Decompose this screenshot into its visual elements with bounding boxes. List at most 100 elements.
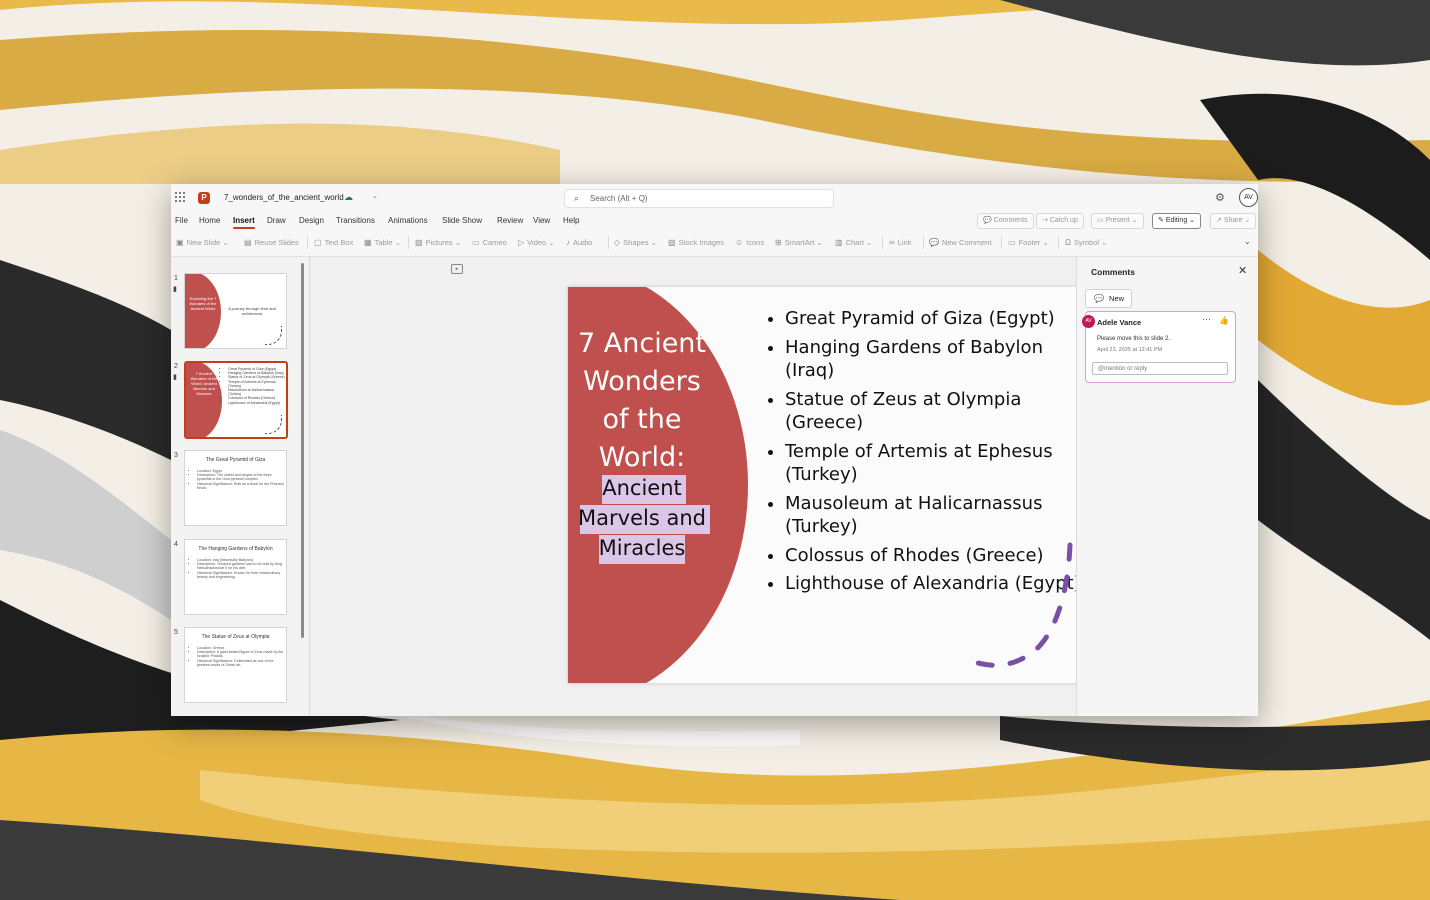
symbol-label: Symbol: [1073, 238, 1099, 247]
thumbnail-number: 4: [174, 541, 178, 548]
comment-card[interactable]: AV Adele Vance ⋯ 👍 Please move this to s…: [1082, 311, 1236, 383]
tab-view[interactable]: View: [533, 216, 550, 225]
comments-pane: Comments ✕ 💬 New AV Adele Vance ⋯ 👍 Plea…: [1077, 257, 1258, 716]
tab-help[interactable]: Help: [563, 216, 579, 225]
text-box-label: Text Box: [324, 238, 354, 247]
powerpoint-window: P 7_wonders_of_the_ancient_world ☁ ⌄ ⌕ S…: [171, 184, 1258, 716]
title-bar: P 7_wonders_of_the_ancient_world ☁ ⌄ ⌕ S…: [171, 184, 1258, 212]
video-button[interactable]: ▷ Video ⌄: [518, 238, 555, 247]
thumbnail-bullet: Description: The oldest and largest of t…: [197, 473, 285, 481]
thumbnail-bullet-list: Location: Greece Description: A giant se…: [191, 646, 285, 667]
shapes-button[interactable]: ◇ Shapes ⌄: [614, 238, 657, 247]
tab-insert[interactable]: Insert: [233, 216, 255, 229]
slide-thumbnail-5[interactable]: The Statue of Zeus at Olympia Location: …: [184, 627, 287, 703]
workspace: 1 ▮ Exploring the 7 Wonders of the Ancie…: [171, 257, 1258, 716]
tab-design[interactable]: Design: [299, 216, 324, 225]
thumbnail-title: 7 Ancient Wonders of the World: Ancient …: [190, 371, 218, 396]
thumbnail-bullet: Mausoleum at Halicarnassus (Turkey): [228, 388, 286, 396]
comment-indicator-icon: ▮: [173, 286, 177, 293]
ribbon-divider: [307, 236, 308, 249]
smartart-button[interactable]: ⊞ SmartArt ⌄: [775, 238, 823, 247]
account-avatar[interactable]: AV: [1239, 188, 1258, 207]
text-box-button[interactable]: ▢ Text Box: [314, 238, 353, 247]
reuse-slides-button[interactable]: ▤ Reuse Slides: [244, 238, 299, 247]
app-launcher-icon[interactable]: [174, 191, 186, 203]
thumbnail-title: Exploring the 7 Wonders of the Ancient W…: [189, 296, 217, 311]
audio-button[interactable]: ♪ Audio: [566, 238, 592, 247]
thumbnail-bullet: Historical Significance: Built as a tomb…: [197, 482, 285, 490]
new-comment-button[interactable]: 💬 New: [1085, 289, 1132, 308]
tab-review[interactable]: Review: [497, 216, 523, 225]
cameo-button[interactable]: ▭ Cameo: [472, 238, 507, 247]
tab-file[interactable]: File: [175, 216, 188, 225]
like-icon[interactable]: 👍: [1219, 316, 1229, 325]
editing-mode-label: Editing: [1165, 217, 1188, 224]
present-button-label: Present: [1105, 217, 1130, 224]
thumbnail-title: The Hanging Gardens of Babylon: [198, 546, 273, 552]
new-comment-button[interactable]: 💬 New Comment: [929, 238, 992, 247]
slide-title-line: 7 Ancient: [578, 328, 706, 359]
slide-subtitle-line: Miracles: [598, 536, 686, 560]
footer-icon: ▭: [1008, 238, 1016, 247]
search-icon: ⌕: [574, 193, 580, 203]
present-button[interactable]: ▭ Present ⌄: [1091, 213, 1144, 229]
tab-home[interactable]: Home: [199, 216, 220, 225]
thumbnail-number: 1: [174, 275, 178, 282]
toggle-thumbnails-icon[interactable]: ▸: [451, 264, 463, 274]
new-slide-label: New Slide: [186, 238, 221, 247]
icons-button[interactable]: ☺ Icons: [735, 238, 764, 247]
link-button[interactable]: ∞ Link: [889, 238, 911, 247]
chevron-down-icon[interactable]: ⌄: [372, 192, 378, 200]
pictures-icon: ▨: [415, 238, 423, 247]
cameo-label: Cameo: [482, 238, 507, 247]
chart-button[interactable]: ▥ Chart ⌄: [835, 238, 872, 247]
tab-slide-show[interactable]: Slide Show: [442, 216, 482, 225]
file-name[interactable]: 7_wonders_of_the_ancient_world: [224, 193, 344, 202]
reply-input[interactable]: @mention or reply: [1092, 362, 1228, 375]
comments-button[interactable]: 💬 Comments: [977, 213, 1034, 229]
search-input[interactable]: ⌕ Search (Alt + Q): [564, 189, 834, 208]
slide-thumbnail-2[interactable]: 7 Ancient Wonders of the World: Ancient …: [184, 361, 288, 439]
smartart-label: SmartArt: [784, 238, 815, 247]
slide-thumbnail-3[interactable]: The Great Pyramid of Giza Location: Egyp…: [184, 450, 287, 526]
editing-mode-button[interactable]: ✎ Editing ⌄: [1152, 213, 1202, 229]
slide-editor: ▸ 7 Ancient Wonders of the World: Ancien…: [310, 257, 1095, 716]
thumbnail-arc: [265, 326, 282, 345]
thumbnails-scrollbar[interactable]: [301, 263, 304, 638]
ribbon-divider: [1058, 236, 1059, 249]
slide-bullet: Statue of Zeus at Olympia (Greece): [785, 388, 1085, 435]
tab-transitions[interactable]: Transitions: [336, 216, 375, 225]
share-button[interactable]: ↗ Share ⌄: [1210, 213, 1257, 229]
slide-bullet: Hanging Gardens of Babylon (Iraq): [785, 336, 1085, 383]
close-icon[interactable]: ✕: [1238, 264, 1247, 277]
symbol-button[interactable]: Ω Symbol ⌄: [1065, 238, 1107, 247]
current-slide[interactable]: 7 Ancient Wonders of the World: Ancient …: [568, 287, 1095, 683]
new-slide-button[interactable]: ▣ New Slide ⌄: [176, 238, 229, 247]
slide-thumbnail-4[interactable]: The Hanging Gardens of Babylon Location:…: [184, 539, 287, 615]
stock-images-button[interactable]: ▨ Stock Images: [668, 238, 724, 247]
video-label: Video: [527, 238, 547, 247]
slide-thumbnails-pane: 1 ▮ Exploring the 7 Wonders of the Ancie…: [171, 257, 309, 716]
audio-label: Audio: [573, 238, 593, 247]
comment-indicator-icon: ▮: [173, 374, 177, 381]
slide-title[interactable]: 7 Ancient Wonders of the World:: [576, 325, 708, 477]
text-box-icon: ▢: [314, 238, 322, 247]
catch-up-button[interactable]: ⇢ Catch up: [1036, 213, 1084, 229]
more-options-icon[interactable]: ⋯: [1202, 314, 1211, 325]
slide-thumbnail-1[interactable]: Exploring the 7 Wonders of the Ancient W…: [184, 273, 287, 349]
tab-animations[interactable]: Animations: [388, 216, 428, 225]
ribbon-collapse-chevron-icon[interactable]: ⌄: [1244, 237, 1251, 246]
thumbnail-ellipse: [185, 274, 221, 348]
tab-draw[interactable]: Draw: [267, 216, 286, 225]
pictures-button[interactable]: ▨ Pictures ⌄: [415, 238, 461, 247]
audio-icon: ♪: [566, 238, 570, 247]
thumbnail-title: The Great Pyramid of Giza: [205, 457, 266, 463]
slide-bullet: Great Pyramid of Giza (Egypt): [785, 307, 1085, 331]
video-icon: ▷: [518, 238, 525, 247]
comment-icon: 💬: [1094, 294, 1104, 303]
settings-gear-icon[interactable]: ⚙: [1215, 191, 1225, 204]
table-button[interactable]: ▦ Table ⌄: [364, 238, 401, 247]
footer-button[interactable]: ▭ Footer ⌄: [1008, 238, 1049, 247]
slide-subtitle-selected[interactable]: Ancient Marvels and Miracles: [576, 473, 708, 563]
new-slide-icon: ▣: [176, 238, 184, 247]
